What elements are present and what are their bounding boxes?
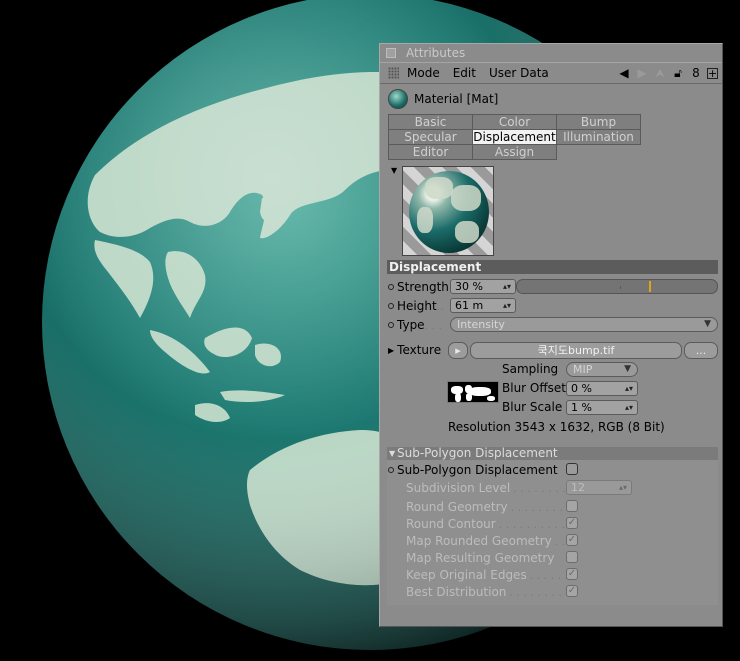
- panel-titlebar[interactable]: Attributes: [380, 44, 722, 62]
- tab-bump[interactable]: Bump: [556, 114, 641, 130]
- strength-field[interactable]: 30 % ▴▾: [450, 279, 516, 294]
- subpoly-option-label: Keep Original Edges: [406, 568, 527, 582]
- material-icon: [388, 89, 408, 109]
- sampling-label: Sampling: [502, 362, 559, 376]
- blur-offset-field[interactable]: 0 % ▴▾: [566, 381, 638, 396]
- texture-menu-button[interactable]: ▸: [448, 342, 468, 359]
- blur-scale-label: Blur Scale: [502, 400, 563, 414]
- subpoly-option-row: Round Geometry. . . . . . . . . .: [406, 500, 578, 514]
- subdivision-label: Subdivision Level: [406, 481, 511, 495]
- subpoly-option-row: Best Distribution. . . . . . . . .: [406, 585, 569, 599]
- texture-label: Texture: [397, 343, 442, 357]
- tab-color[interactable]: Color: [472, 114, 557, 130]
- subpoly-option-row: Round Contour. . . . . . . . . .: [406, 517, 566, 531]
- subpoly-enable-checkbox[interactable]: [566, 463, 578, 475]
- subpoly-enable-row: Sub-Polygon Displacement: [388, 462, 558, 478]
- chevron-down-icon: ▼: [704, 319, 711, 329]
- tab-specular[interactable]: Specular: [388, 129, 473, 145]
- arrow-left-icon[interactable]: ◀: [617, 66, 631, 80]
- subpoly-option-checkbox[interactable]: ✓: [566, 517, 578, 529]
- tab-basic[interactable]: Basic: [388, 114, 473, 130]
- subpoly-option-checkbox[interactable]: ✓: [566, 568, 578, 580]
- tab-bar: Basic Color Bump Specular Displacement I…: [388, 114, 644, 160]
- keyframe-dot-icon[interactable]: [388, 322, 394, 328]
- preview-expand-icon[interactable]: ▼: [391, 166, 397, 175]
- keyframe-dot-icon[interactable]: [388, 284, 394, 290]
- strength-label: Strength: [397, 280, 449, 294]
- expand-arrow-icon[interactable]: ▶: [388, 346, 394, 355]
- subpoly-option-checkbox[interactable]: ✓: [566, 534, 578, 546]
- material-preview[interactable]: [402, 166, 494, 256]
- collapse-arrow-icon: ▼: [389, 449, 396, 458]
- subpoly-option-checkbox[interactable]: ✓: [566, 585, 578, 597]
- menu-edit[interactable]: Edit: [453, 66, 476, 80]
- subpoly-option-checkbox[interactable]: [566, 551, 578, 563]
- toolbar-icons: ◀ ▶ ⮝ 🔓︎ 8 +: [617, 66, 722, 81]
- resolution-text: Resolution 3543 x 1632, RGB (8 Bit): [448, 420, 665, 434]
- link-icon[interactable]: 8: [689, 66, 703, 80]
- sampling-dropdown[interactable]: MIP ▼: [566, 362, 638, 377]
- subdivision-field[interactable]: 12 ▴▾: [566, 480, 632, 495]
- texture-browse-button[interactable]: ...: [684, 342, 718, 359]
- texture-row: ▶ Texture: [388, 342, 441, 358]
- height-field[interactable]: 61 m ▴▾: [450, 298, 516, 313]
- subpoly-option-label: Round Contour: [406, 517, 496, 531]
- subpoly-enable-label: Sub-Polygon Displacement: [397, 463, 558, 477]
- slider-handle[interactable]: [649, 281, 651, 292]
- subpoly-heading[interactable]: ▼ Sub-Polygon Displacement: [387, 447, 718, 460]
- tab-assign[interactable]: Assign: [472, 144, 557, 160]
- type-dropdown[interactable]: Intensity ▼: [450, 317, 718, 332]
- tab-displacement[interactable]: Displacement: [472, 129, 557, 145]
- slider-tick: [620, 286, 621, 289]
- subpoly-option-row: Map Rounded Geometry. .: [406, 534, 566, 548]
- window-menu-icon[interactable]: [386, 48, 396, 58]
- strength-slider[interactable]: [516, 279, 718, 294]
- tab-illumination[interactable]: Illumination: [556, 129, 641, 145]
- grip-icon[interactable]: [388, 67, 399, 79]
- tab-editor[interactable]: Editor: [388, 144, 473, 160]
- subpoly-option-row: Map Resulting Geometry: [406, 550, 557, 566]
- keyframe-dot-icon[interactable]: [388, 303, 394, 309]
- type-row: Type . . .: [388, 317, 442, 333]
- subpoly-option-label: Best Distribution: [406, 585, 507, 599]
- subpoly-option-row: Keep Original Edges. . . . . .: [406, 568, 569, 582]
- menu-user-data[interactable]: User Data: [489, 66, 549, 80]
- new-panel-icon[interactable]: +: [707, 67, 718, 79]
- arrow-up-icon[interactable]: ⮝: [653, 66, 667, 81]
- object-header: Material [Mat]: [380, 86, 722, 112]
- panel-title: Attributes: [406, 46, 466, 60]
- attributes-panel: Attributes Mode Edit User Data ◀ ▶ ⮝ 🔓︎ …: [379, 43, 723, 627]
- displacement-heading: Displacement: [387, 260, 718, 274]
- menu-mode[interactable]: Mode: [407, 66, 440, 80]
- arrow-right-icon[interactable]: ▶: [635, 66, 649, 80]
- blur-scale-field[interactable]: 1 % ▴▾: [566, 400, 638, 415]
- subpoly-option-label: Map Resulting Geometry: [406, 551, 555, 565]
- strength-row: Strength: [388, 279, 449, 295]
- menu-bar: Mode Edit User Data ◀ ▶ ⮝ 🔓︎ 8 +: [380, 62, 722, 84]
- subpoly-option-label: Round Geometry: [406, 500, 508, 514]
- height-row: Height ..: [388, 298, 444, 314]
- texture-thumbnail[interactable]: [447, 381, 499, 403]
- chevron-down-icon: ▼: [624, 364, 631, 374]
- object-label: Material [Mat]: [414, 92, 499, 106]
- subpoly-option-checkbox[interactable]: [566, 500, 578, 512]
- keyframe-dot-icon[interactable]: [388, 467, 394, 473]
- subpoly-option-label: Map Rounded Geometry: [406, 534, 552, 548]
- lock-icon[interactable]: 🔓︎: [671, 66, 685, 81]
- type-label: Type: [397, 318, 425, 332]
- height-label: Height: [397, 299, 437, 313]
- subdivision-row: Subdivision Level . . . . . . . . .: [406, 481, 573, 495]
- texture-file-button[interactable]: 쿡지도bump.tif: [470, 342, 682, 359]
- blur-offset-label: Blur Offset: [502, 381, 566, 395]
